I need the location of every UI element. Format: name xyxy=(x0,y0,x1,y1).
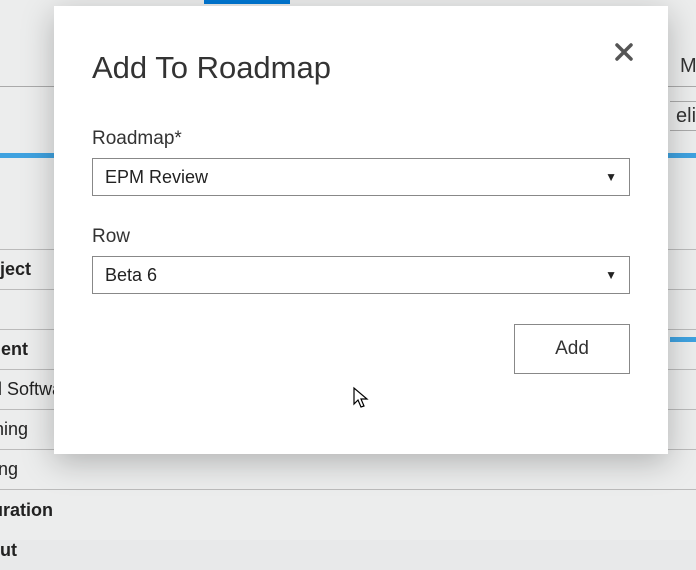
divider xyxy=(670,101,696,102)
add-to-roadmap-modal: Add To Roadmap Roadmap* EPM Review ▼ Row… xyxy=(54,6,668,454)
table-row: figuration xyxy=(0,490,696,530)
modal-footer: Add xyxy=(92,324,630,374)
table-row: d Out xyxy=(0,530,696,570)
modal-title: Add To Roadmap xyxy=(92,50,630,86)
divider xyxy=(670,130,696,131)
add-button[interactable]: Add xyxy=(514,324,630,374)
field-group-row: Row Beta 6 ▼ xyxy=(92,226,630,294)
field-group-roadmap: Roadmap* EPM Review ▼ xyxy=(92,128,630,196)
close-icon xyxy=(614,42,634,62)
row-select[interactable]: Beta 6 ▼ xyxy=(92,256,630,294)
chevron-down-icon: ▼ xyxy=(605,268,617,282)
bg-text-eli: eli xyxy=(676,105,696,128)
roadmap-label: Roadmap* xyxy=(92,128,630,150)
chevron-down-icon: ▼ xyxy=(605,170,617,184)
close-button[interactable] xyxy=(610,38,638,66)
active-tab-indicator xyxy=(204,0,290,4)
row-label: Row xyxy=(92,226,630,248)
table-row: esting xyxy=(0,450,696,490)
roadmap-select[interactable]: EPM Review ▼ xyxy=(92,158,630,196)
col-header-m: M xyxy=(680,55,696,78)
roadmap-select-value: EPM Review xyxy=(105,167,208,188)
row-select-value: Beta 6 xyxy=(105,265,157,286)
